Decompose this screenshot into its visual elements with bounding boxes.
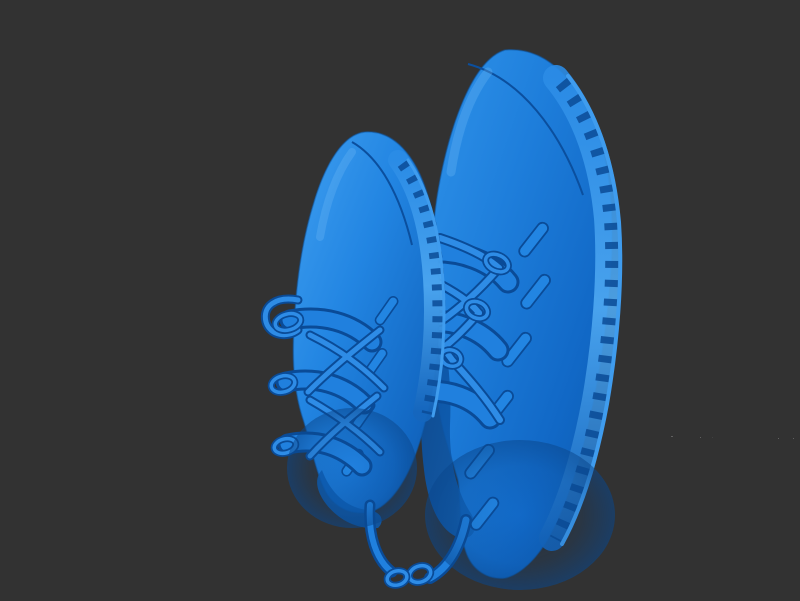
shoe-right-heel-shade xyxy=(425,440,615,590)
model-shoes xyxy=(0,0,800,601)
shoe-left-heel-shade xyxy=(287,408,417,528)
3d-viewport[interactable] xyxy=(0,0,800,601)
shoe-left xyxy=(265,132,444,587)
